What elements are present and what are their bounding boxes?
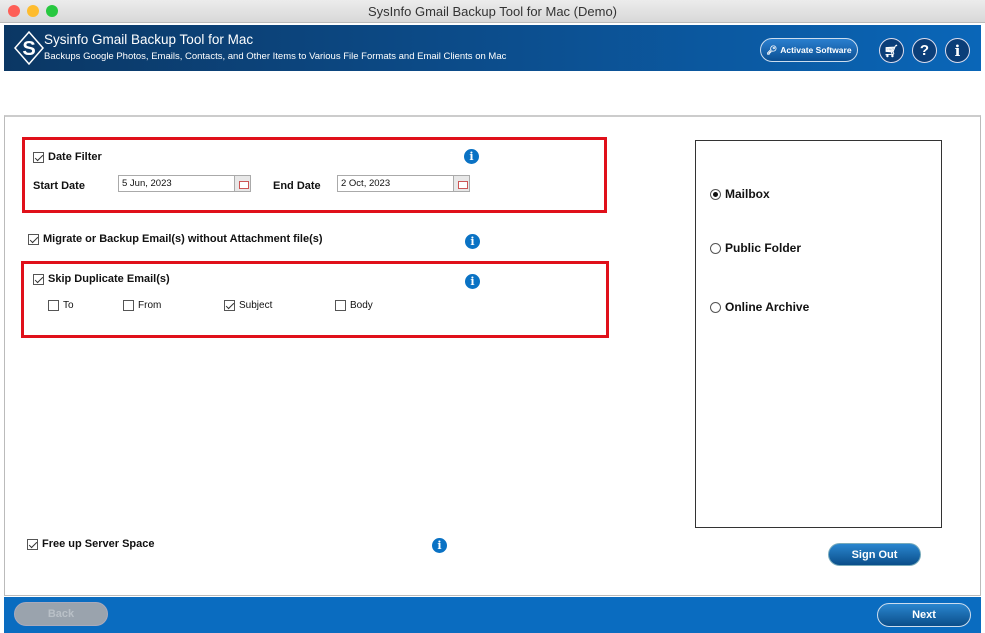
- cart-icon[interactable]: 🛒︎: [879, 38, 904, 63]
- free-server-space-checkbox[interactable]: Free up Server Space: [27, 538, 155, 550]
- back-button[interactable]: Back: [14, 602, 108, 626]
- key-icon: 🔑︎: [766, 44, 778, 55]
- option-to[interactable]: To: [48, 300, 74, 311]
- app-subtitle: Backups Google Photos, Emails, Contacts,…: [44, 51, 507, 62]
- radio-mailbox[interactable]: Mailbox: [710, 187, 770, 201]
- next-button[interactable]: Next: [877, 603, 971, 627]
- calendar-icon[interactable]: [234, 175, 251, 192]
- skip-duplicate-checkbox[interactable]: Skip Duplicate Email(s): [33, 273, 170, 285]
- checkbox[interactable]: [28, 233, 39, 245]
- end-date-label: End Date: [273, 180, 321, 192]
- date-filter-box: [22, 137, 607, 213]
- end-date-input[interactable]: 2 Oct, 2023: [337, 175, 454, 192]
- checkbox[interactable]: [123, 300, 134, 311]
- start-date-input[interactable]: 5 Jun, 2023: [118, 175, 235, 192]
- radio[interactable]: [710, 188, 721, 200]
- radio[interactable]: [710, 242, 721, 254]
- radio-online-archive[interactable]: Online Archive: [710, 300, 809, 314]
- about-info-icon[interactable]: i: [945, 38, 970, 63]
- info-icon[interactable]: i: [465, 234, 480, 249]
- checkbox[interactable]: [27, 538, 38, 550]
- activate-label: Activate Software: [780, 45, 852, 55]
- info-icon[interactable]: i: [464, 149, 479, 164]
- option-label: Body: [350, 300, 373, 311]
- info-icon[interactable]: i: [432, 538, 447, 553]
- checkbox[interactable]: [224, 300, 235, 311]
- free-space-label: Free up Server Space: [42, 538, 155, 550]
- radio-label: Public Folder: [725, 241, 802, 255]
- option-label: Subject: [239, 300, 273, 311]
- start-date-label: Start Date: [33, 180, 85, 192]
- footer-bar: Back Next: [4, 597, 981, 633]
- app-title: Sysinfo Gmail Backup Tool for Mac: [44, 32, 254, 47]
- skip-duplicate-label: Skip Duplicate Email(s): [48, 273, 170, 285]
- checkbox[interactable]: [33, 151, 44, 163]
- checkbox[interactable]: [335, 300, 346, 311]
- sign-out-button[interactable]: Sign Out: [828, 543, 921, 566]
- activate-software-button[interactable]: 🔑︎ Activate Software: [760, 38, 858, 62]
- calendar-icon[interactable]: [453, 175, 470, 192]
- radio-public-folder[interactable]: Public Folder: [710, 241, 801, 255]
- help-icon[interactable]: ?: [912, 38, 937, 63]
- option-subject[interactable]: Subject: [224, 300, 272, 311]
- date-filter-checkbox[interactable]: Date Filter: [33, 151, 102, 163]
- info-icon[interactable]: i: [465, 274, 480, 289]
- no-attachment-label: Migrate or Backup Email(s) without Attac…: [43, 233, 323, 245]
- app-header: S Sysinfo Gmail Backup Tool for Mac Back…: [4, 25, 981, 71]
- option-label: To: [63, 300, 74, 311]
- svg-text:S: S: [22, 38, 35, 60]
- date-filter-label: Date Filter: [48, 151, 102, 163]
- checkbox[interactable]: [48, 300, 59, 311]
- option-label: From: [138, 300, 162, 311]
- no-attachment-checkbox[interactable]: Migrate or Backup Email(s) without Attac…: [28, 233, 323, 245]
- radio[interactable]: [710, 301, 721, 313]
- radio-label: Mailbox: [725, 187, 770, 201]
- checkbox[interactable]: [33, 273, 44, 285]
- title-bar: SysInfo Gmail Backup Tool for Mac (Demo): [0, 0, 985, 23]
- sysinfo-logo-icon: S: [14, 31, 44, 65]
- option-body[interactable]: Body: [335, 300, 373, 311]
- radio-label: Online Archive: [725, 300, 810, 314]
- option-from[interactable]: From: [123, 300, 161, 311]
- window-title: SysInfo Gmail Backup Tool for Mac (Demo): [367, 4, 617, 19]
